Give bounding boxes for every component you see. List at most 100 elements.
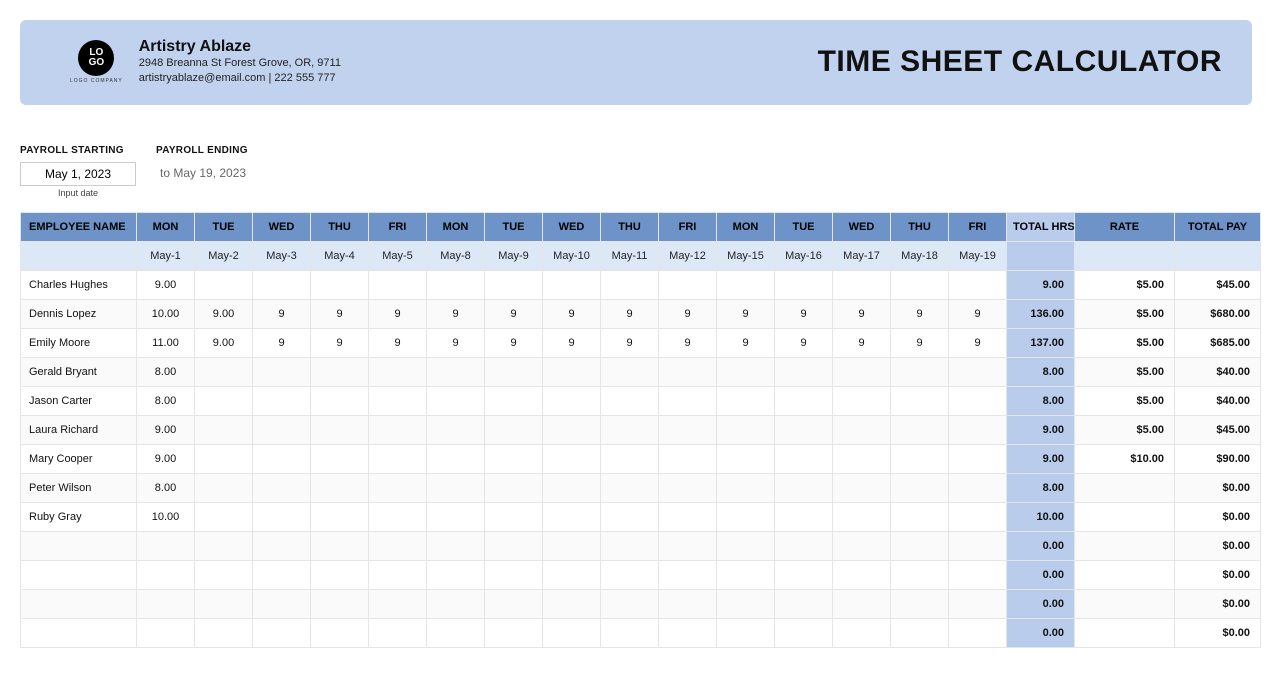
hours-cell[interactable] [369,618,427,647]
hours-cell[interactable] [775,357,833,386]
hours-cell[interactable] [601,357,659,386]
hours-cell[interactable] [253,618,311,647]
hours-cell[interactable]: 8.00 [137,473,195,502]
hours-cell[interactable] [253,386,311,415]
hours-cell[interactable] [775,560,833,589]
hours-cell[interactable] [717,270,775,299]
hours-cell[interactable]: 9 [543,328,601,357]
employee-name-cell[interactable]: Charles Hughes [21,270,137,299]
hours-cell[interactable]: 9 [311,299,369,328]
hours-cell[interactable] [775,618,833,647]
rate-cell[interactable]: $5.00 [1075,270,1175,299]
rate-cell[interactable]: $10.00 [1075,444,1175,473]
hours-cell[interactable] [891,444,949,473]
hours-cell[interactable] [485,270,543,299]
employee-name-cell[interactable] [21,531,137,560]
hours-cell[interactable] [543,560,601,589]
hours-cell[interactable] [485,444,543,473]
hours-cell[interactable] [311,386,369,415]
hours-cell[interactable] [659,357,717,386]
hours-cell[interactable]: 9 [427,299,485,328]
hours-cell[interactable]: 9 [775,328,833,357]
hours-cell[interactable]: 9 [369,328,427,357]
hours-cell[interactable] [195,444,253,473]
hours-cell[interactable] [427,357,485,386]
hours-cell[interactable] [253,415,311,444]
hours-cell[interactable] [659,270,717,299]
hours-cell[interactable] [195,473,253,502]
hours-cell[interactable] [949,560,1007,589]
hours-cell[interactable] [717,444,775,473]
hours-cell[interactable] [311,270,369,299]
employee-name-cell[interactable]: Ruby Gray [21,502,137,531]
hours-cell[interactable] [485,502,543,531]
hours-cell[interactable] [891,618,949,647]
hours-cell[interactable] [833,270,891,299]
hours-cell[interactable]: 9.00 [137,444,195,473]
hours-cell[interactable] [949,444,1007,473]
hours-cell[interactable]: 9.00 [137,270,195,299]
hours-cell[interactable] [891,531,949,560]
hours-cell[interactable] [833,415,891,444]
hours-cell[interactable] [543,270,601,299]
hours-cell[interactable] [195,618,253,647]
hours-cell[interactable]: 9 [833,328,891,357]
hours-cell[interactable] [717,357,775,386]
hours-cell[interactable] [601,444,659,473]
hours-cell[interactable] [833,386,891,415]
hours-cell[interactable] [137,531,195,560]
hours-cell[interactable] [833,618,891,647]
hours-cell[interactable] [949,357,1007,386]
hours-cell[interactable] [891,270,949,299]
hours-cell[interactable] [195,531,253,560]
hours-cell[interactable] [949,618,1007,647]
hours-cell[interactable] [775,270,833,299]
hours-cell[interactable] [775,473,833,502]
employee-name-cell[interactable]: Laura Richard [21,415,137,444]
hours-cell[interactable]: 9.00 [195,299,253,328]
hours-cell[interactable] [369,270,427,299]
hours-cell[interactable] [659,386,717,415]
hours-cell[interactable] [717,415,775,444]
hours-cell[interactable] [137,589,195,618]
hours-cell[interactable] [659,589,717,618]
hours-cell[interactable] [543,618,601,647]
hours-cell[interactable] [485,618,543,647]
hours-cell[interactable]: 10.00 [137,299,195,328]
hours-cell[interactable] [601,618,659,647]
hours-cell[interactable] [311,560,369,589]
hours-cell[interactable] [717,589,775,618]
hours-cell[interactable]: 9 [427,328,485,357]
hours-cell[interactable] [311,357,369,386]
rate-cell[interactable] [1075,473,1175,502]
hours-cell[interactable]: 11.00 [137,328,195,357]
hours-cell[interactable]: 9 [485,328,543,357]
hours-cell[interactable]: 9 [891,299,949,328]
hours-cell[interactable] [891,560,949,589]
hours-cell[interactable]: 9 [253,328,311,357]
hours-cell[interactable] [949,415,1007,444]
rate-cell[interactable] [1075,618,1175,647]
hours-cell[interactable] [717,502,775,531]
employee-name-cell[interactable] [21,618,137,647]
hours-cell[interactable] [195,589,253,618]
hours-cell[interactable] [601,502,659,531]
employee-name-cell[interactable]: Gerald Bryant [21,357,137,386]
hours-cell[interactable] [717,386,775,415]
hours-cell[interactable]: 9 [659,328,717,357]
hours-cell[interactable] [253,444,311,473]
rate-cell[interactable] [1075,502,1175,531]
hours-cell[interactable] [833,531,891,560]
hours-cell[interactable] [775,531,833,560]
hours-cell[interactable] [253,357,311,386]
hours-cell[interactable] [137,618,195,647]
hours-cell[interactable] [891,415,949,444]
hours-cell[interactable]: 9 [949,328,1007,357]
hours-cell[interactable] [253,270,311,299]
hours-cell[interactable] [601,270,659,299]
hours-cell[interactable] [485,531,543,560]
hours-cell[interactable] [427,618,485,647]
hours-cell[interactable] [311,473,369,502]
hours-cell[interactable] [891,502,949,531]
hours-cell[interactable] [949,270,1007,299]
